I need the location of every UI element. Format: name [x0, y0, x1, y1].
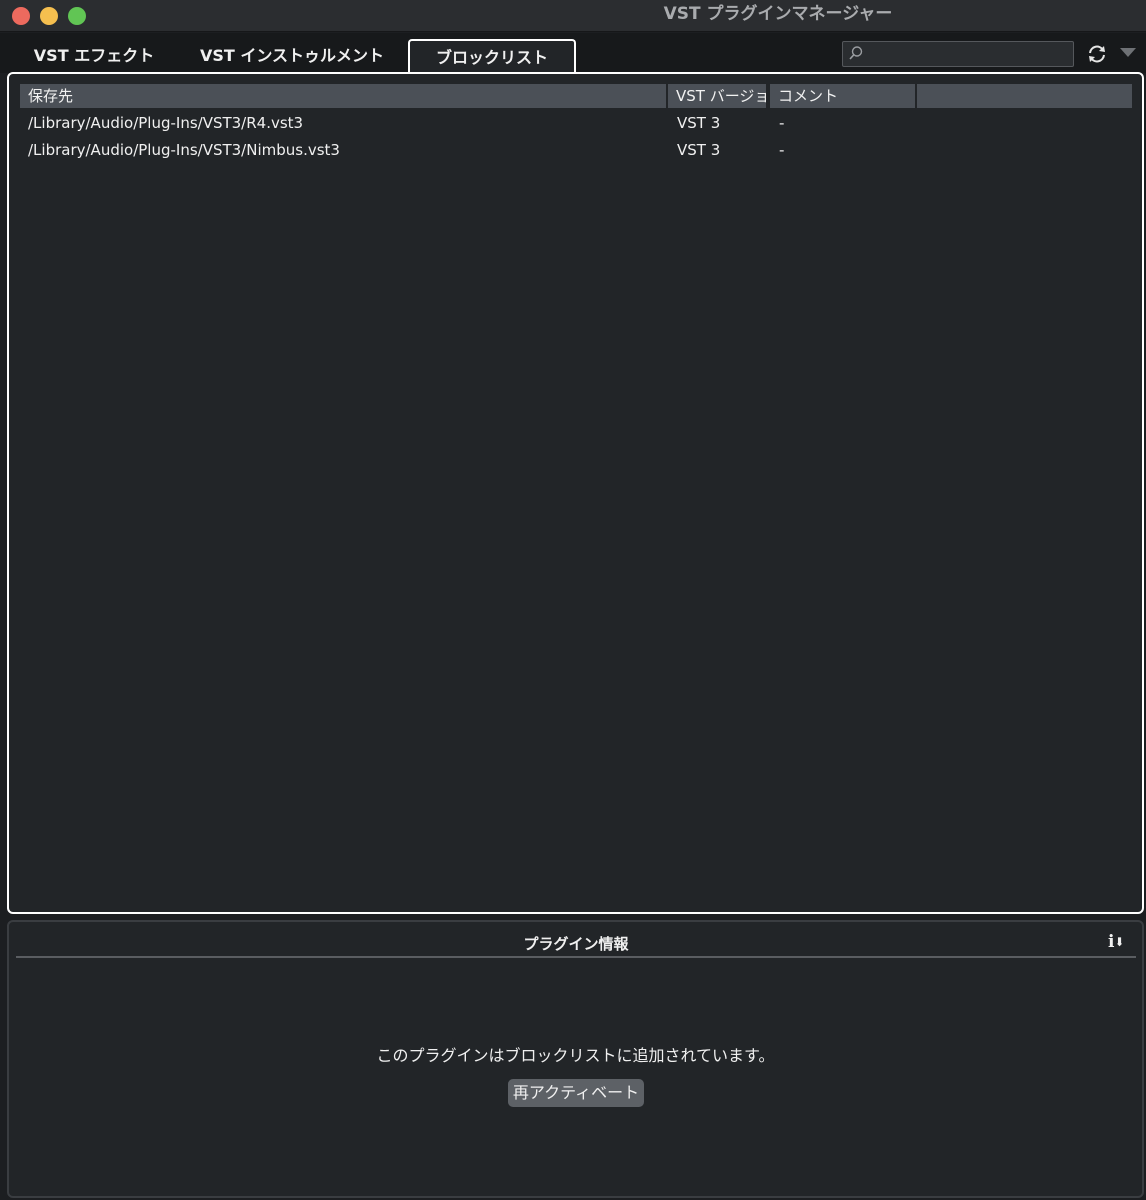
- blocklist-message: このプラグインはブロックリストに追加されています。: [376, 1046, 775, 1065]
- column-header-comment[interactable]: コメント: [770, 84, 915, 108]
- plugin-manager-window: VST プラグインマネージャー VST エフェクト VST インストゥルメント …: [0, 0, 1146, 1200]
- title-bar[interactable]: VST プラグインマネージャー: [0, 0, 1146, 32]
- tab-vst-effects[interactable]: VST エフェクト: [14, 39, 174, 73]
- cell-version: VST 3: [677, 114, 721, 132]
- info-export-icon[interactable]: i⬇: [1108, 932, 1128, 952]
- table-header: 保存先 VST バージョン コメント: [20, 84, 1132, 108]
- plugin-info-title: プラグイン情報: [16, 930, 1136, 958]
- column-header-version[interactable]: VST バージョン: [668, 84, 766, 108]
- tab-vst-instruments[interactable]: VST インストゥルメント: [182, 39, 402, 73]
- column-header-empty[interactable]: [917, 84, 1132, 108]
- cell-version: VST 3: [677, 141, 721, 159]
- table-row[interactable]: /Library/Audio/Plug-Ins/VST3/R4.vst3 VST…: [20, 110, 1132, 136]
- cell-comment: -: [779, 114, 785, 132]
- reactivate-button[interactable]: 再アクティベート: [508, 1079, 644, 1107]
- cell-path: /Library/Audio/Plug-Ins/VST3/R4.vst3: [28, 114, 304, 132]
- window-title: VST プラグインマネージャー: [663, 4, 893, 24]
- table-row[interactable]: /Library/Audio/Plug-Ins/VST3/Nimbus.vst3…: [20, 137, 1132, 163]
- cell-comment: -: [779, 141, 785, 159]
- tab-blocklist[interactable]: ブロックリスト: [408, 39, 576, 73]
- chevron-down-icon[interactable]: [1120, 48, 1136, 57]
- cell-path: /Library/Audio/Plug-Ins/VST3/Nimbus.vst3: [28, 141, 340, 159]
- column-header-path[interactable]: 保存先: [20, 84, 666, 108]
- plugin-info-panel: プラグイン情報 i⬇ このプラグインはブロックリストに追加されています。 再アク…: [7, 920, 1144, 1198]
- refresh-icon[interactable]: [1084, 41, 1110, 67]
- search-icon: [849, 46, 863, 60]
- search-input[interactable]: [842, 41, 1074, 67]
- tab-bar: VST エフェクト VST インストゥルメント ブロックリスト: [0, 33, 1146, 73]
- blocklist-table: 保存先 VST バージョン コメント /Library/Audio/Plug-I…: [7, 72, 1144, 914]
